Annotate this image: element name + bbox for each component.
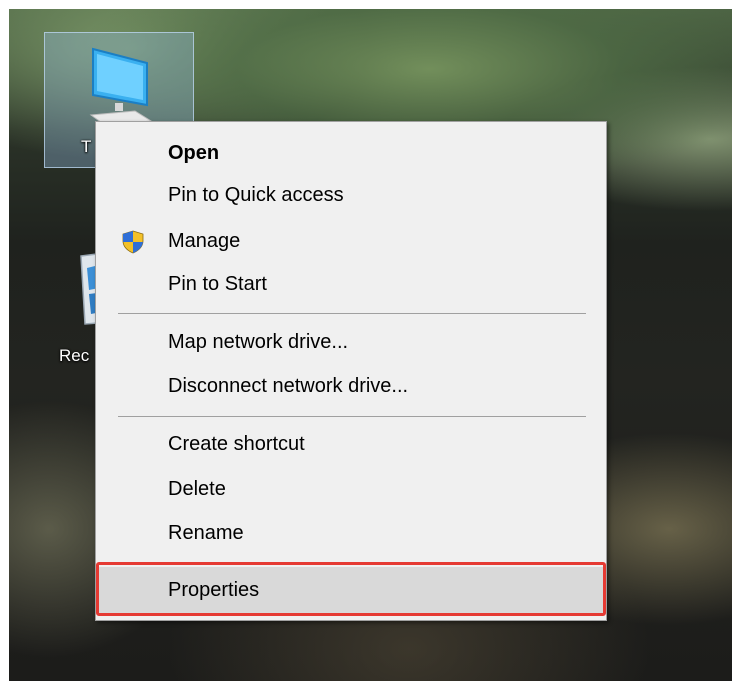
desktop-icon-label: Rec [59, 346, 90, 365]
menu-item-label: Pin to Quick access [168, 183, 344, 206]
screenshot-frame: T Rec Open Pin to Quick access Manage Pi… [0, 0, 734, 689]
menu-item-label: Rename [168, 521, 244, 544]
context-menu: Open Pin to Quick access Manage Pin to S… [95, 121, 607, 621]
desktop-icon-label: T [81, 137, 92, 156]
menu-item-properties[interactable]: Properties [98, 567, 604, 613]
menu-item-label: Disconnect network drive... [168, 374, 409, 397]
menu-item-label: Delete [168, 477, 226, 500]
menu-item-delete[interactable]: Delete [98, 468, 604, 510]
menu-item-disconnect-network-drive[interactable]: Disconnect network drive... [98, 365, 604, 407]
menu-item-label: Open [168, 141, 220, 164]
menu-item-pin-to-quick-access[interactable]: Pin to Quick access [98, 174, 604, 216]
menu-item-label: Pin to Start [168, 272, 267, 295]
menu-separator [118, 416, 586, 417]
menu-item-create-shortcut[interactable]: Create shortcut [98, 423, 604, 465]
menu-item-label: Map network drive... [168, 330, 349, 353]
menu-item-label: Manage [168, 229, 241, 252]
menu-separator [118, 313, 586, 314]
menu-item-map-network-drive[interactable]: Map network drive... [98, 321, 604, 363]
menu-item-rename[interactable]: Rename [98, 512, 604, 554]
this-pc-icon [89, 47, 153, 126]
menu-item-label: Create shortcut [168, 432, 305, 455]
uac-shield-icon [122, 230, 144, 254]
menu-item-manage[interactable]: Manage [98, 220, 604, 262]
menu-item-label: Properties [168, 578, 260, 601]
menu-item-open[interactable]: Open [98, 132, 604, 174]
menu-item-pin-to-start[interactable]: Pin to Start [98, 263, 604, 305]
